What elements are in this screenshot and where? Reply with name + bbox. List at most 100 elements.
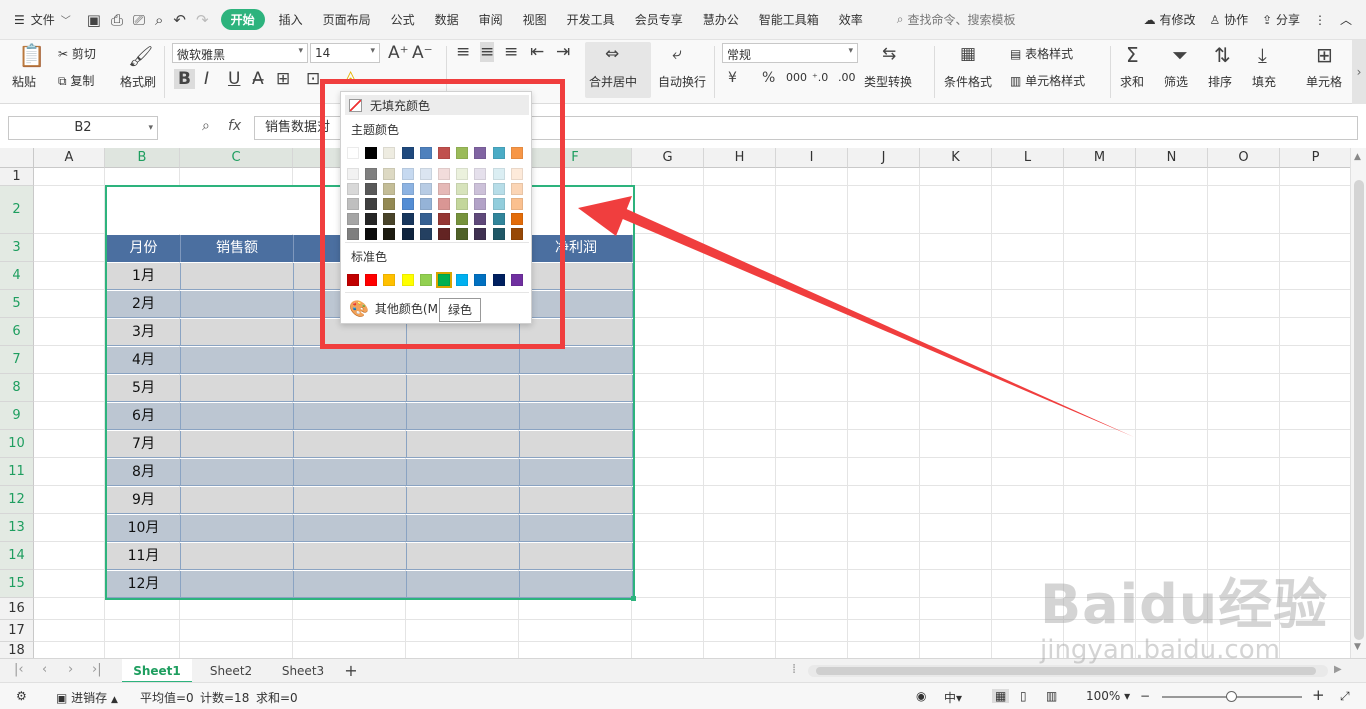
cell-fill-border-icon[interactable]: ⊡	[306, 69, 320, 89]
column-header-k[interactable]: K	[920, 148, 992, 168]
align-top-icon[interactable]: ≡	[456, 42, 470, 62]
column-header-p[interactable]: P	[1280, 148, 1352, 168]
increase-indent-icon[interactable]: ⇥	[556, 42, 570, 62]
tab-review[interactable]: 审阅	[469, 11, 513, 28]
undo-icon[interactable]: ↶	[173, 11, 186, 29]
macro-icon[interactable]: ⚙	[16, 689, 27, 703]
sheet-tab-2[interactable]: Sheet2	[196, 659, 266, 683]
sort-button[interactable]: 排序	[1208, 73, 1232, 90]
cell-style-button[interactable]: ▥ 单元格样式	[1010, 72, 1085, 89]
first-sheet-icon[interactable]: |‹	[14, 662, 24, 677]
row-header-16[interactable]: 16	[0, 598, 34, 620]
sheet-tab-1[interactable]: Sheet1	[122, 659, 192, 683]
redo-icon[interactable]: ↷	[196, 11, 209, 29]
next-sheet-icon[interactable]: ›	[68, 662, 73, 677]
wrap-text-button[interactable]: 自动换行	[658, 73, 706, 90]
tab-page-layout[interactable]: 页面布局	[313, 11, 381, 28]
ribbon-scroll-right[interactable]: ›	[1352, 40, 1366, 104]
paste-button[interactable]: 粘贴	[12, 73, 36, 90]
column-header-a[interactable]: A	[34, 148, 105, 168]
prev-sheet-icon[interactable]: ‹	[42, 662, 47, 677]
row-header-1[interactable]: 1	[0, 168, 34, 186]
thousands-icon[interactable]: 000	[786, 71, 807, 84]
filter-icon[interactable]: ⏷	[1172, 43, 1188, 67]
copy-button[interactable]: ⧉ 复制	[58, 72, 94, 89]
save-status[interactable]: ▣ 进销存 ▲	[56, 689, 118, 706]
row-header-8[interactable]: 8	[0, 374, 34, 402]
percent-icon[interactable]: %	[762, 70, 775, 86]
font-size-select[interactable]: 14 ▾	[310, 43, 380, 63]
paste-icon[interactable]: 📋	[18, 44, 45, 69]
type-convert-button[interactable]: 类型转换	[864, 73, 912, 90]
share-button[interactable]: ⇪ 分享	[1262, 11, 1300, 28]
row-header-3[interactable]: 3	[0, 234, 34, 262]
fill-handle[interactable]	[631, 596, 636, 601]
row-header-4[interactable]: 4	[0, 262, 34, 290]
strikethrough-icon[interactable]: A̶	[252, 69, 264, 89]
print-icon[interactable]: ⎚	[133, 11, 145, 29]
zoom-out-icon[interactable]: −	[1140, 689, 1150, 703]
fill-down-icon[interactable]: ⤓	[1258, 43, 1267, 67]
vertical-scrollbar[interactable]: ▲ ▼	[1350, 148, 1366, 658]
scroll-down-icon[interactable]: ▼	[1354, 642, 1361, 652]
collab-button[interactable]: ♙ 协作	[1209, 11, 1248, 28]
export-pdf-icon[interactable]: ⎙	[111, 11, 123, 29]
column-header-b[interactable]: B	[105, 148, 180, 168]
sort-icon[interactable]: ⇅	[1214, 43, 1231, 67]
more-icon[interactable]: ⋮	[1314, 13, 1326, 27]
column-header-h[interactable]: H	[704, 148, 776, 168]
wrap-text-icon[interactable]: ⤶	[672, 44, 682, 64]
horizontal-scrollbar[interactable]	[808, 665, 1328, 677]
row-header-2[interactable]: 2	[0, 186, 34, 234]
modified-button[interactable]: ☁ 有修改	[1144, 11, 1196, 28]
horizontal-scroll-thumb[interactable]	[816, 667, 1316, 675]
sheet-tab-3[interactable]: Sheet3	[268, 659, 338, 683]
zoom-formula-icon[interactable]: ⌕	[202, 118, 210, 134]
eye-protection-icon[interactable]: ◉	[916, 689, 926, 703]
row-header-10[interactable]: 10	[0, 430, 34, 458]
row-header-15[interactable]: 15	[0, 570, 34, 598]
column-header-c[interactable]: C	[180, 148, 293, 168]
page-break-view-icon[interactable]: ▥	[1046, 689, 1057, 703]
conditional-format-icon[interactable]: ▦	[960, 44, 976, 64]
sum-button[interactable]: 求和	[1120, 73, 1144, 90]
scroll-right-icon[interactable]: ▶	[1334, 664, 1342, 675]
tab-toolbox[interactable]: 智能工具箱	[749, 11, 829, 28]
page-layout-view-icon[interactable]: ▯	[1020, 689, 1027, 703]
collapse-ribbon-icon[interactable]: ︿	[1340, 11, 1352, 28]
row-header-6[interactable]: 6	[0, 318, 34, 346]
row-header-5[interactable]: 5	[0, 290, 34, 318]
italic-icon[interactable]: I	[204, 69, 209, 89]
column-header-m[interactable]: M	[1064, 148, 1136, 168]
row-header-7[interactable]: 7	[0, 346, 34, 374]
increase-decimal-icon[interactable]: ⁺.0	[812, 71, 828, 84]
file-menu[interactable]: ☰ 文件 ﹀	[0, 11, 87, 28]
decrease-decimal-icon[interactable]: .00	[838, 71, 856, 84]
font-grow-icon[interactable]: A⁺	[388, 43, 409, 63]
tab-data[interactable]: 数据	[425, 11, 469, 28]
input-method-icon[interactable]: 中▾	[944, 689, 962, 706]
align-bottom-icon[interactable]: ≡	[504, 42, 518, 62]
command-search[interactable]: ⌕ 查找命令、搜索模板	[897, 11, 1047, 28]
column-header-o[interactable]: O	[1208, 148, 1280, 168]
row-header-9[interactable]: 9	[0, 402, 34, 430]
tab-efficiency[interactable]: 效率	[829, 11, 873, 28]
fill-button[interactable]: 填充	[1252, 73, 1276, 90]
fx-icon[interactable]: fx	[228, 118, 241, 134]
row-header-17[interactable]: 17	[0, 620, 34, 642]
decrease-indent-icon[interactable]: ⇤	[530, 42, 544, 62]
save-icon[interactable]: ▣	[87, 11, 101, 29]
row-header-13[interactable]: 13	[0, 514, 34, 542]
cell-icon[interactable]: ⊞	[1316, 43, 1333, 67]
row-header-12[interactable]: 12	[0, 486, 34, 514]
zoom-slider-knob[interactable]	[1226, 691, 1237, 702]
bold-icon[interactable]: B	[174, 69, 195, 89]
filter-button[interactable]: 筛选	[1164, 73, 1188, 90]
select-all-corner[interactable]	[0, 148, 34, 168]
name-box[interactable]: B2 ▾	[8, 116, 158, 140]
tab-insert[interactable]: 插入	[269, 11, 313, 28]
tab-member[interactable]: 会员专享	[625, 11, 693, 28]
column-header-j[interactable]: J	[848, 148, 920, 168]
last-sheet-icon[interactable]: ›|	[92, 662, 102, 677]
number-format-select[interactable]: 常规 ▾	[722, 43, 858, 63]
